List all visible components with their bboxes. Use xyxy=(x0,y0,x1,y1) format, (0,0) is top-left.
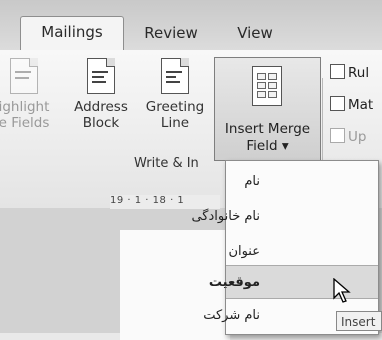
merge-field-option[interactable]: عنوان xyxy=(226,235,378,269)
match-fields-icon xyxy=(330,96,345,111)
insert-merge-field-label-2: Field ▾ xyxy=(246,138,289,154)
greeting-line-label-1: Greeting xyxy=(145,99,205,115)
address-block-label-2: Block xyxy=(82,115,120,131)
tab-review[interactable]: Review xyxy=(136,18,206,49)
greeting-line-button[interactable]: Greeting Line xyxy=(142,58,208,131)
ribbon-tabs-bar: Mailings Review View xyxy=(0,0,382,52)
merge-field-dropdown: نام نام خانوادگی عنوان موقعیت نام شرکت xyxy=(191,160,379,335)
update-labels-label: Up xyxy=(348,129,367,145)
address-block-button[interactable]: Address Block xyxy=(70,58,132,131)
highlight-fields-label-2: e Fields xyxy=(0,115,50,131)
merge-field-option[interactable]: نام خانوادگی xyxy=(191,200,378,234)
mouse-pointer-icon xyxy=(333,278,351,303)
insert-merge-field-label-1: Insert Merge xyxy=(224,121,311,137)
update-labels-icon xyxy=(330,128,345,143)
rules-icon xyxy=(330,64,345,79)
greeting-line-icon xyxy=(161,58,189,94)
tab-view[interactable]: View xyxy=(225,18,285,49)
merge-field-option-selected[interactable]: موقعیت xyxy=(209,265,378,299)
merge-field-icon xyxy=(252,66,282,106)
greeting-line-label-2: Line xyxy=(160,115,190,131)
write-insert-group-label: Write & In xyxy=(134,156,199,171)
tooltip: Insert xyxy=(336,311,382,331)
rules-label: Rul xyxy=(348,65,370,81)
address-block-label-1: Address xyxy=(74,99,128,115)
merge-field-option[interactable]: نام xyxy=(226,165,378,199)
insert-merge-field-button[interactable]: Insert Merge Field ▾ xyxy=(214,57,321,161)
tab-mailings[interactable]: Mailings xyxy=(20,16,124,52)
address-block-icon xyxy=(87,58,115,94)
highlight-fields-button[interactable]: ighlight e Fields xyxy=(0,58,54,131)
update-labels-button[interactable]: Up xyxy=(330,128,366,145)
highlight-fields-icon xyxy=(10,58,38,94)
highlight-fields-label-1: ighlight xyxy=(0,99,50,115)
match-fields-label: Mat xyxy=(348,97,374,113)
rules-button[interactable]: Rul xyxy=(330,64,369,81)
match-fields-button[interactable]: Mat xyxy=(330,96,373,113)
